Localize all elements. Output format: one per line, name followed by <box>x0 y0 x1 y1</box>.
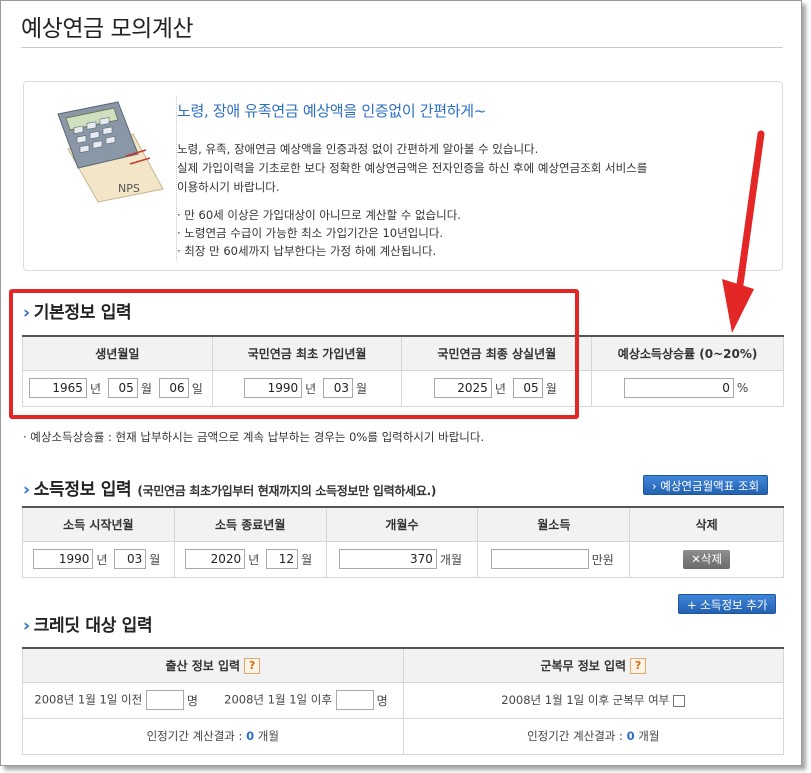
military-result-cell: 인정기간 계산결과 : 0 개월 <box>402 717 785 755</box>
months-cell: 370 개월 <box>325 540 479 578</box>
header-monthly-income: 월소득 <box>477 506 631 542</box>
delete-button[interactable]: ✕삭제 <box>683 549 731 569</box>
birth-after-cell: 2008년 1월 1일 이후 명 <box>212 681 404 719</box>
birth-result-cell: 인정기간 계산결과 : 0 개월 <box>22 717 404 755</box>
income-subtitle: (국민연금 최초가입부터 현재까지의 소득정보만 입력하세요.) <box>137 484 437 498</box>
chevron-right-icon: › <box>23 480 30 500</box>
unit-percent: % <box>736 381 749 395</box>
birth-info-header-text: 출산 정보 입력 <box>165 658 241 673</box>
military-info-header-text: 군복무 정보 입력 <box>540 658 627 673</box>
birth-after-count-input[interactable] <box>335 690 374 710</box>
header-military-info: 군복무 정보 입력? <box>402 647 785 683</box>
help-icon[interactable]: ? <box>630 658 647 674</box>
unit-manwon: 만원 <box>591 552 614 567</box>
intro-bullet-1: · 만 60세 이상은 가입대상이 아니므로 계산할 수 없습니다. <box>177 208 461 222</box>
intro-line-2: 실제 가입이력을 기초로한 보다 정확한 예상연금액은 전자인증을 하신 후에 … <box>177 161 648 175</box>
months-input[interactable]: 370 <box>338 549 437 569</box>
military-result-unit: 개월 <box>638 729 660 743</box>
intro-heading: 노령, 장애 유족연금 예상액을 인증없이 간편하게~ <box>177 102 487 120</box>
chevron-right-icon: › <box>23 616 30 636</box>
military-checkbox[interactable] <box>673 694 686 707</box>
header-rate-text: 예상소득상승률 (0~20%) <box>617 346 758 361</box>
income-section-title: › 소득정보 입력 (국민연금 최초가입부터 현재까지의 소득정보만 입력하세요.) <box>23 475 436 500</box>
income-end-cell: 2020 년 12 월 <box>173 540 327 578</box>
credit-title-text: 크레딧 대상 입력 <box>33 616 153 636</box>
monthly-income-cell: 만원 <box>477 540 631 578</box>
military-label: 2008년 1월 1일 이후 군복무 여부 <box>501 693 670 707</box>
intro-box: NPS 노령, 장애 유족연금 예상액을 인증없이 간편하게~ 노령, 유족, … <box>23 81 783 271</box>
intro-bullet-2: · 노령연금 수급이 가능한 최소 가입기간은 10년입니다. <box>177 226 444 240</box>
add-income-button[interactable]: + 소득정보 추가 <box>678 594 777 614</box>
rate-input[interactable]: 0 <box>623 378 734 398</box>
intro-line-1: 노령, 유족, 장애연금 예상액을 인증과정 없이 간편하게 알아볼 수 있습니… <box>177 142 539 156</box>
income-start-year-input[interactable]: 1990 <box>33 549 94 569</box>
before-2008-label: 2008년 1월 1일 이전 <box>34 692 143 707</box>
unit-year: 년 <box>248 552 260 567</box>
nps-label: NPS <box>118 182 140 195</box>
credit-table: 출산 정보 입력? 군복무 정보 입력? 2008년 1월 1일 이전 명 20… <box>22 647 785 755</box>
delete-cell: ✕삭제 <box>629 540 784 578</box>
unit-month: 월 <box>149 552 161 567</box>
military-result-value: 0 <box>626 729 635 743</box>
title-divider <box>21 47 783 48</box>
unit-month: 월 <box>301 552 313 567</box>
military-cell: 2008년 1월 1일 이후 군복무 여부 <box>402 681 785 719</box>
monthly-income-input[interactable] <box>490 549 589 569</box>
unit-year: 년 <box>96 552 108 567</box>
calculator-icon: NPS <box>57 101 164 203</box>
header-birth-info: 출산 정보 입력? <box>22 647 404 683</box>
income-start-month-input[interactable]: 03 <box>114 549 147 569</box>
birth-result-label: 인정기간 계산결과 : <box>146 729 243 743</box>
header-months: 개월수 <box>325 506 479 542</box>
page-title: 예상연금 모의계산 <box>21 16 194 42</box>
intro-line-3: 이용하시기 바랍니다. <box>177 180 280 194</box>
birth-result-unit: 개월 <box>257 729 279 743</box>
military-result-label: 인정기간 계산결과 : <box>527 729 623 743</box>
help-icon[interactable]: ? <box>244 658 261 674</box>
intro-bullet-3: · 최장 만 60세까지 납부한다는 가정 하에 계산됩니다. <box>177 244 437 258</box>
pension-table-lookup-button[interactable]: › 예상연금월액표 조회 <box>643 475 769 495</box>
birth-result-value: 0 <box>246 729 255 743</box>
income-title-text: 소득정보 입력 <box>33 480 132 500</box>
credit-section-title: › 크레딧 대상 입력 <box>23 611 153 636</box>
header-rate: 예상소득상승률 (0~20%) <box>591 335 784 371</box>
page-frame: 예상연금 모의계산 NPS 노령, 장애 유족연금 예상액을 인증없이 간편하게… <box>0 0 802 766</box>
header-delete: 삭제 <box>629 506 784 542</box>
birth-before-count-input[interactable] <box>145 690 184 710</box>
unit-person: 명 <box>186 693 198 708</box>
income-start-cell: 1990 년 03 월 <box>22 540 175 578</box>
income-end-month-input[interactable]: 12 <box>266 549 299 569</box>
birth-before-cell: 2008년 1월 1일 이전 명 <box>22 681 213 719</box>
arrow-down-icon <box>722 130 765 333</box>
header-income-start: 소득 시작년월 <box>22 506 175 542</box>
unit-months: 개월 <box>439 552 462 567</box>
income-end-year-input[interactable]: 2020 <box>185 549 246 569</box>
unit-person: 명 <box>376 693 388 708</box>
rate-cell: 0% <box>591 369 784 407</box>
rate-note: · 예상소득상승률 : 현재 납부하시는 금액으로 계속 납부하는 경우는 0%… <box>23 430 485 444</box>
income-table: 소득 시작년월 소득 종료년월 개월수 월소득 삭제 1990 년 03 월 202… <box>22 506 784 578</box>
highlight-box <box>9 289 579 419</box>
table-row: 1990 년 03 월 2020 년 12 월 370 개월 만원 ✕삭제 <box>22 540 784 578</box>
after-2008-label: 2008년 1월 1일 이후 <box>224 692 332 707</box>
header-income-end: 소득 종료년월 <box>173 506 327 542</box>
